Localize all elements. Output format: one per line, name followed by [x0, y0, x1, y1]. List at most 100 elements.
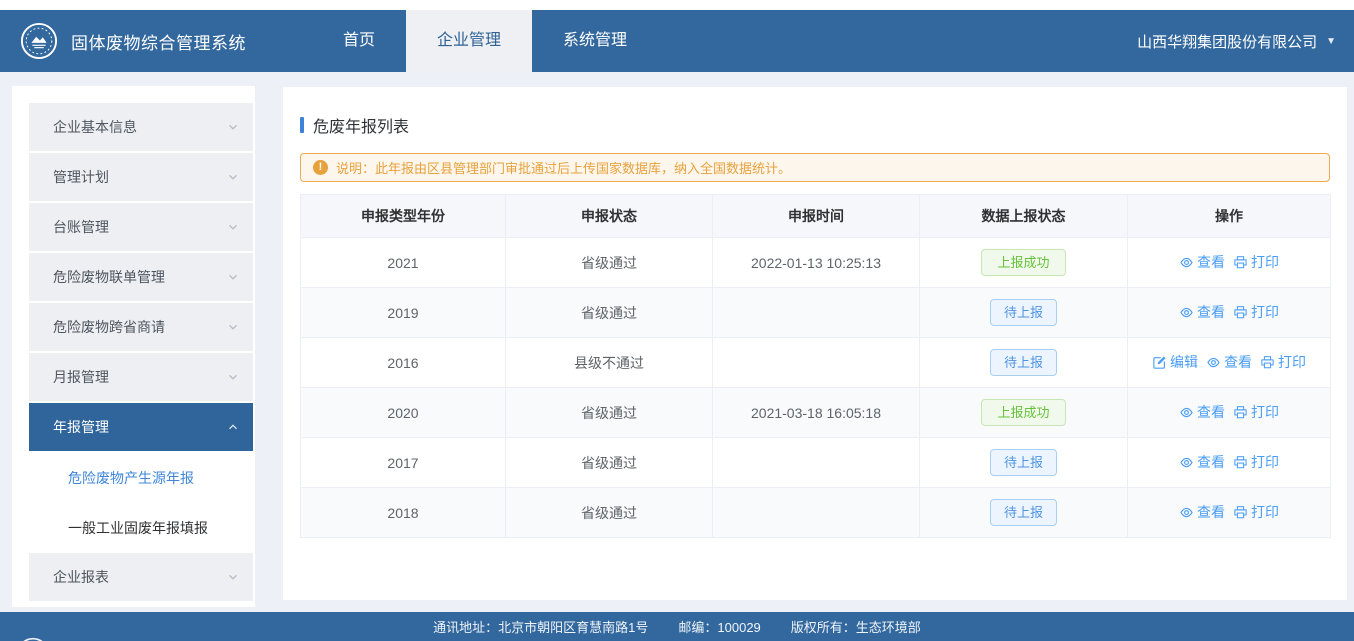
year-cell: 2018 — [301, 488, 506, 538]
upload-status-cell: 待上报 — [920, 438, 1128, 488]
actions-cell: 编辑 查看 打印 — [1128, 338, 1331, 388]
action-label: 打印 — [1251, 402, 1279, 422]
time-cell — [713, 488, 920, 538]
year-cell: 2017 — [301, 438, 506, 488]
sidebar-group-item-5[interactable]: 月报管理 — [29, 353, 253, 401]
upload-status-cell: 待上报 — [920, 338, 1128, 388]
sidebar-group-item-4[interactable]: 危险废物跨省商请 — [29, 303, 253, 351]
action-label: 打印 — [1251, 252, 1279, 272]
action-label: 查看 — [1197, 452, 1225, 472]
actions-cell: 查看 打印 — [1128, 288, 1331, 338]
print-link[interactable]: 打印 — [1233, 452, 1279, 472]
table-row: 2019省级通过待上报查看打印 — [301, 288, 1331, 338]
footer-address: 通讯地址：北京市朝阳区育慧南路1号 — [433, 617, 648, 636]
view-link[interactable]: 查看 — [1179, 502, 1225, 522]
edit-link[interactable]: 编辑 — [1152, 352, 1198, 372]
action-label: 查看 — [1197, 502, 1225, 522]
sidebar-item-label: 企业基本信息 — [53, 117, 137, 137]
action-label: 编辑 — [1170, 352, 1198, 372]
page-title-text: 危废年报列表 — [313, 113, 409, 137]
nav-tab-1[interactable]: 企业管理 — [406, 10, 532, 72]
year-cell: 2016 — [301, 338, 506, 388]
table-row: 2016县级不通过待上报编辑查看打印 — [301, 338, 1331, 388]
print-link[interactable]: 打印 — [1233, 502, 1279, 522]
chevron-down-icon — [227, 271, 239, 283]
printer-icon — [1233, 255, 1248, 270]
chevron-up-icon — [227, 421, 239, 433]
nav-tab-0[interactable]: 首页 — [312, 10, 406, 72]
printer-icon — [1233, 455, 1248, 470]
chevron-down-icon — [227, 321, 239, 333]
printer-icon — [1233, 305, 1248, 320]
sidebar-sub-item-8[interactable]: 一般工业固废年报填报 — [29, 503, 253, 553]
chevron-down-icon — [227, 571, 239, 583]
print-link[interactable]: 打印 — [1233, 252, 1279, 272]
upload-status-cell: 上报成功 — [920, 238, 1128, 288]
app-title: 固体废物综合管理系统 — [71, 29, 246, 54]
nav-tab-2[interactable]: 系统管理 — [532, 10, 658, 72]
sidebar-group-item-0[interactable]: 企业基本信息 — [29, 103, 253, 151]
table-row: 2018省级通过待上报查看打印 — [301, 488, 1331, 538]
view-link[interactable]: 查看 — [1179, 402, 1225, 422]
notice-text: 说明：此年报由区县管理部门审批通过后上传国家数据库，纳入全国数据统计。 — [336, 158, 791, 177]
main-nav: 首页企业管理系统管理 — [312, 10, 658, 72]
action-label: 打印 — [1251, 302, 1279, 322]
sidebar-group-item-9[interactable]: 企业报表 — [29, 553, 253, 601]
print-link[interactable]: 打印 — [1260, 352, 1306, 372]
sidebar-item-label: 危险废物跨省商请 — [53, 317, 165, 337]
status-cell: 省级通过 — [506, 388, 713, 438]
view-link[interactable]: 查看 — [1179, 252, 1225, 272]
action-label: 打印 — [1251, 452, 1279, 472]
upload-status-badge: 待上报 — [990, 299, 1057, 326]
app-brand: 固体废物综合管理系统 — [20, 22, 246, 60]
year-cell: 2020 — [301, 388, 506, 438]
column-header: 申报时间 — [713, 195, 920, 238]
sidebar-group-item-3[interactable]: 危险废物联单管理 — [29, 253, 253, 301]
view-link[interactable]: 查看 — [1206, 352, 1252, 372]
sidebar-item-label: 台账管理 — [53, 217, 109, 237]
title-accent-bar — [300, 117, 304, 133]
sidebar: 企业基本信息管理计划台账管理危险废物联单管理危险废物跨省商请月报管理年报管理危险… — [12, 86, 255, 607]
action-label: 打印 — [1278, 352, 1306, 372]
footer-copyright: 版权所有：生态环境部 — [791, 617, 921, 636]
column-header: 操作 — [1128, 195, 1331, 238]
edit-icon — [1152, 355, 1167, 370]
top-margin-strip — [0, 0, 1354, 10]
annual-report-table: 申报类型年份申报状态申报时间数据上报状态操作 2021省级通过2022-01-1… — [300, 194, 1331, 538]
company-dropdown[interactable]: 山西华翔集团股份有限公司 ▼ — [1137, 31, 1336, 52]
app-footer: 通讯地址：北京市朝阳区育慧南路1号 邮编：100029 版权所有：生态环境部 — [0, 612, 1354, 641]
actions-cell: 查看 打印 — [1128, 388, 1331, 438]
table-row: 2020省级通过2021-03-18 16:05:18上报成功 查看 打印 — [301, 388, 1331, 438]
action-label: 查看 — [1197, 252, 1225, 272]
sidebar-sub-item-7[interactable]: 危险废物产生源年报 — [29, 453, 253, 503]
print-link[interactable]: 打印 — [1233, 402, 1279, 422]
upload-status-cell: 上报成功 — [920, 388, 1128, 438]
print-link[interactable]: 打印 — [1233, 302, 1279, 322]
column-header: 申报状态 — [506, 195, 713, 238]
column-header: 申报类型年份 — [301, 195, 506, 238]
content-panel: 危废年报列表 ! 说明：此年报由区县管理部门审批通过后上传国家数据库，纳入全国数… — [283, 87, 1347, 600]
upload-status-badge: 待上报 — [990, 349, 1057, 376]
eye-icon — [1206, 355, 1221, 370]
sidebar-group-item-2[interactable]: 台账管理 — [29, 203, 253, 251]
printer-icon — [1260, 355, 1275, 370]
upload-status-badge: 上报成功 — [981, 249, 1065, 276]
chevron-down-icon — [227, 171, 239, 183]
view-link[interactable]: 查看 — [1179, 452, 1225, 472]
time-cell — [713, 338, 920, 388]
sidebar-group-item-1[interactable]: 管理计划 — [29, 153, 253, 201]
chevron-down-icon — [227, 371, 239, 383]
sidebar-group-item-6[interactable]: 年报管理 — [29, 403, 253, 451]
year-cell: 2019 — [301, 288, 506, 338]
sidebar-item-label: 危险废物联单管理 — [53, 267, 165, 287]
status-cell: 省级通过 — [506, 238, 713, 288]
eye-icon — [1179, 405, 1194, 420]
time-cell: 2021-03-18 16:05:18 — [713, 388, 920, 438]
action-label: 查看 — [1224, 352, 1252, 372]
actions-cell: 查看 打印 — [1128, 438, 1331, 488]
status-cell: 省级通过 — [506, 438, 713, 488]
table-row: 2021省级通过2022-01-13 10:25:13上报成功查看打印 — [301, 238, 1331, 288]
view-link[interactable]: 查看 — [1179, 302, 1225, 322]
app-header: 固体废物综合管理系统 首页企业管理系统管理 山西华翔集团股份有限公司 ▼ — [0, 10, 1354, 72]
action-label: 打印 — [1251, 502, 1279, 522]
